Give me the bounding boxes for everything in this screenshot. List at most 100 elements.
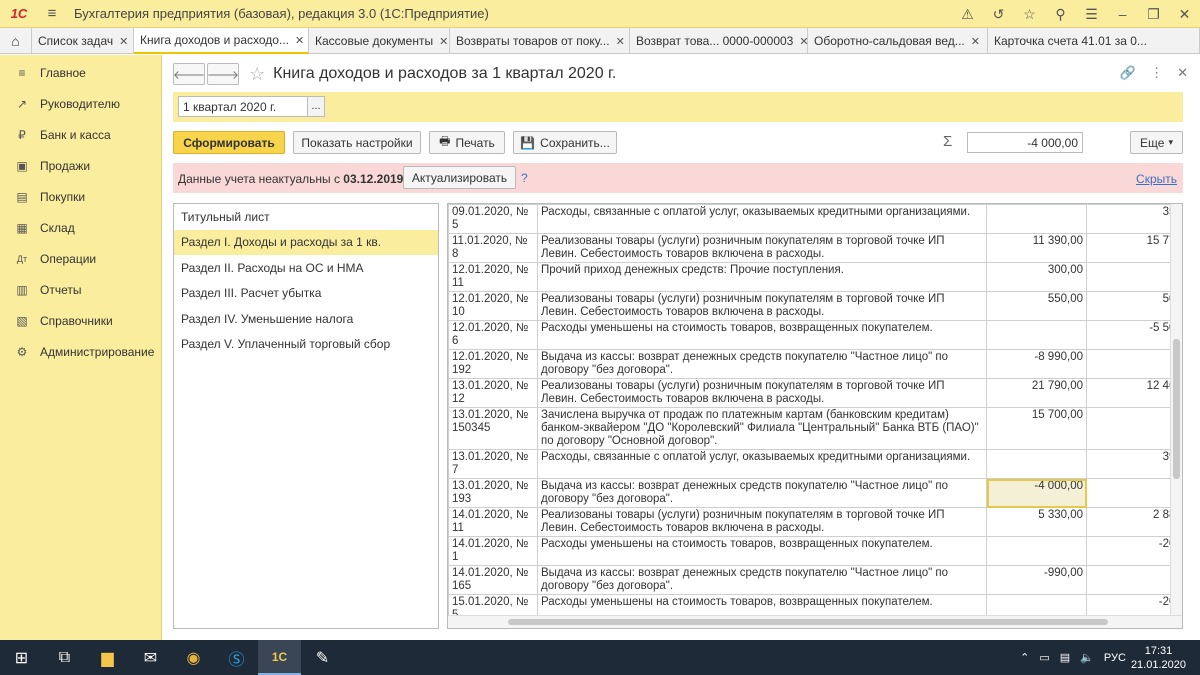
tool-icon[interactable]: ✎ (301, 640, 344, 675)
section-3[interactable]: Раздел III. Расчет убытка (174, 281, 438, 307)
row-income[interactable] (986, 320, 1087, 350)
row-description[interactable]: Выдача из кассы: возврат денежных средст… (537, 565, 987, 595)
table-row[interactable]: 09.01.2020, № 5 Расходы, связанные с опла… (448, 204, 1182, 234)
row-description[interactable]: Выдача из кассы: возврат денежных средст… (537, 349, 987, 379)
volume-icon[interactable]: 🔈 (1080, 651, 1094, 664)
row-description[interactable]: Прочий приход денежных средств: Прочие п… (537, 262, 987, 292)
row-expense[interactable]: 15 772, (1086, 233, 1182, 263)
1c-taskbar-icon[interactable]: 1С (258, 640, 301, 675)
favorite-star-icon[interactable]: ☆ (249, 64, 265, 85)
tab-cash-docs[interactable]: Кассовые документы ✕ (309, 28, 450, 54)
battery-icon[interactable]: ▭ (1039, 651, 1049, 664)
hide-link[interactable]: Скрыть (1136, 172, 1177, 186)
sum-field[interactable]: -4 000,00 (967, 132, 1083, 153)
sidebar-item-admin[interactable]: ⚙ Администрирование (0, 336, 161, 367)
row-date[interactable]: 14.01.2020, № 11 (448, 507, 538, 537)
sidebar-item-main[interactable]: ≡ Главное (0, 57, 161, 88)
explorer-icon[interactable]: ▆ (86, 640, 129, 675)
row-description[interactable]: Расходы уменьшены на стоимость товаров, … (537, 320, 987, 350)
row-date[interactable]: 13.01.2020, № 150345 (448, 407, 538, 450)
table-row[interactable]: 12.01.2020, № 11 Прочий приход денежных с… (448, 262, 1182, 292)
close-tab-icon[interactable]: ✕ (119, 35, 128, 48)
row-description[interactable]: Зачислена выручка от продаж по платежным… (537, 407, 987, 450)
tab-income-book[interactable]: Книга доходов и расходо... ✕ (134, 28, 309, 54)
section-title-page[interactable]: Титульный лист (174, 204, 438, 230)
row-description[interactable]: Реализованы товары (услуги) розничным по… (537, 291, 987, 321)
section-2[interactable]: Раздел II. Расходы на ОС и НМА (174, 255, 438, 281)
print-button[interactable]: 🖶 Печать (429, 131, 505, 154)
row-expense[interactable]: 2 883, (1086, 507, 1182, 537)
row-description[interactable]: Расходы уменьшены на стоимость товаров, … (537, 536, 987, 566)
table-row[interactable]: 13.01.2020, № 150345 Зачислена выручка от… (448, 407, 1182, 450)
sidebar-item-reports[interactable]: ▥ Отчеты (0, 274, 161, 305)
row-income[interactable] (986, 449, 1087, 479)
close-icon[interactable]: ✕ (1169, 6, 1200, 23)
table-row[interactable]: 13.01.2020, № 193 Выдача из кассы: возвра… (448, 478, 1182, 508)
sidebar-item-bank[interactable]: ₽ Банк и касса (0, 119, 161, 150)
mail-icon[interactable]: ✉ (129, 640, 172, 675)
close-form-icon[interactable]: ✕ (1177, 65, 1188, 81)
sidebar-item-sales[interactable]: ▣ Продажи (0, 150, 161, 181)
row-income[interactable]: 300,00 (986, 262, 1087, 292)
row-income[interactable]: -4 000,00 (986, 478, 1087, 508)
help-link[interactable]: ? (521, 171, 528, 185)
back-button[interactable]: 🡐 (173, 63, 205, 85)
row-date[interactable]: 12.01.2020, № 192 (448, 349, 538, 379)
table-row[interactable]: 13.01.2020, № 7 Расходы, связанные с опла… (448, 449, 1182, 479)
row-description[interactable]: Реализованы товары (услуги) розничным по… (537, 233, 987, 263)
row-expense[interactable] (1086, 407, 1182, 450)
horizontal-scrollbar[interactable] (448, 615, 1182, 628)
close-tab-icon[interactable]: ✕ (616, 35, 625, 48)
row-date[interactable]: 13.01.2020, № 12 (448, 378, 538, 408)
notifications-icon[interactable]: ⚠ (952, 6, 983, 23)
row-description[interactable]: Выдача из кассы: возврат денежных средст… (537, 478, 987, 508)
row-date[interactable]: 12.01.2020, № 10 (448, 291, 538, 321)
row-description[interactable]: Реализованы товары (услуги) розничным по… (537, 507, 987, 537)
sidebar-item-operations[interactable]: Дт Операции (0, 243, 161, 274)
table-row[interactable]: 14.01.2020, № 11 Реализованы товары (услу… (448, 507, 1182, 537)
windows-start-icon[interactable]: ⊞ (0, 640, 43, 675)
row-date[interactable]: 14.01.2020, № 1 (448, 536, 538, 566)
tab-account-card[interactable]: Карточка счета 41.01 за 0... (988, 28, 1200, 54)
chrome-icon[interactable]: ◉ (172, 640, 215, 675)
favorites-icon[interactable]: ☆ (1014, 6, 1045, 23)
menu-icon[interactable]: ☰ (1076, 6, 1107, 23)
table-row[interactable]: 12.01.2020, № 10 Реализованы товары (услу… (448, 291, 1182, 321)
row-income[interactable]: 550,00 (986, 291, 1087, 321)
show-settings-button[interactable]: Показать настройки (293, 131, 421, 154)
more-vert-icon[interactable]: ⋮ (1150, 65, 1163, 81)
refresh-button[interactable]: Актуализировать (403, 166, 516, 189)
home-tab[interactable]: ⌂ (0, 28, 32, 54)
tab-returns[interactable]: Возвраты товаров от поку... ✕ (450, 28, 630, 54)
row-expense[interactable]: 500, (1086, 291, 1182, 321)
history-icon[interactable]: ↺ (983, 6, 1014, 23)
close-tab-icon[interactable]: ✕ (799, 35, 807, 48)
table-row[interactable]: 14.01.2020, № 165 Выдача из кассы: возвра… (448, 565, 1182, 595)
form-button[interactable]: Сформировать (173, 131, 285, 154)
row-expense[interactable] (1086, 478, 1182, 508)
row-date[interactable]: 12.01.2020, № 6 (448, 320, 538, 350)
table-row[interactable]: 13.01.2020, № 12 Реализованы товары (услу… (448, 378, 1182, 408)
section-1[interactable]: Раздел I. Доходы и расходы за 1 кв. (174, 229, 438, 255)
sidebar-item-warehouse[interactable]: ▦ Склад (0, 212, 161, 243)
tab-tasks[interactable]: Список задач ✕ (32, 28, 134, 54)
period-select-button[interactable]: ... (307, 96, 325, 117)
close-tab-icon[interactable]: ✕ (439, 35, 448, 48)
clock[interactable]: 17:31 21.01.2020 (1131, 644, 1186, 672)
minimize-icon[interactable]: – (1107, 6, 1138, 22)
language-indicator[interactable]: РУС (1104, 652, 1126, 664)
row-income[interactable] (986, 204, 1087, 234)
row-date[interactable]: 13.01.2020, № 193 (448, 478, 538, 508)
row-date[interactable]: 14.01.2020, № 165 (448, 565, 538, 595)
period-input[interactable]: 1 квартал 2020 г. (178, 96, 308, 117)
row-description[interactable]: Расходы, связанные с оплатой услуг, оказ… (537, 449, 987, 479)
row-income[interactable]: 11 390,00 (986, 233, 1087, 263)
row-income[interactable]: 15 700,00 (986, 407, 1087, 450)
table-row[interactable]: 12.01.2020, № 192 Выдача из кассы: возвра… (448, 349, 1182, 379)
task-view-icon[interactable]: ⧉ (43, 640, 86, 675)
row-expense[interactable] (1086, 565, 1182, 595)
row-expense[interactable] (1086, 262, 1182, 292)
row-description[interactable]: Реализованы товары (услуги) розничным по… (537, 378, 987, 408)
sidebar-item-purchases[interactable]: ▤ Покупки (0, 181, 161, 212)
tab-return-doc[interactable]: Возврат това... 0000-000003 ✕ (630, 28, 808, 54)
